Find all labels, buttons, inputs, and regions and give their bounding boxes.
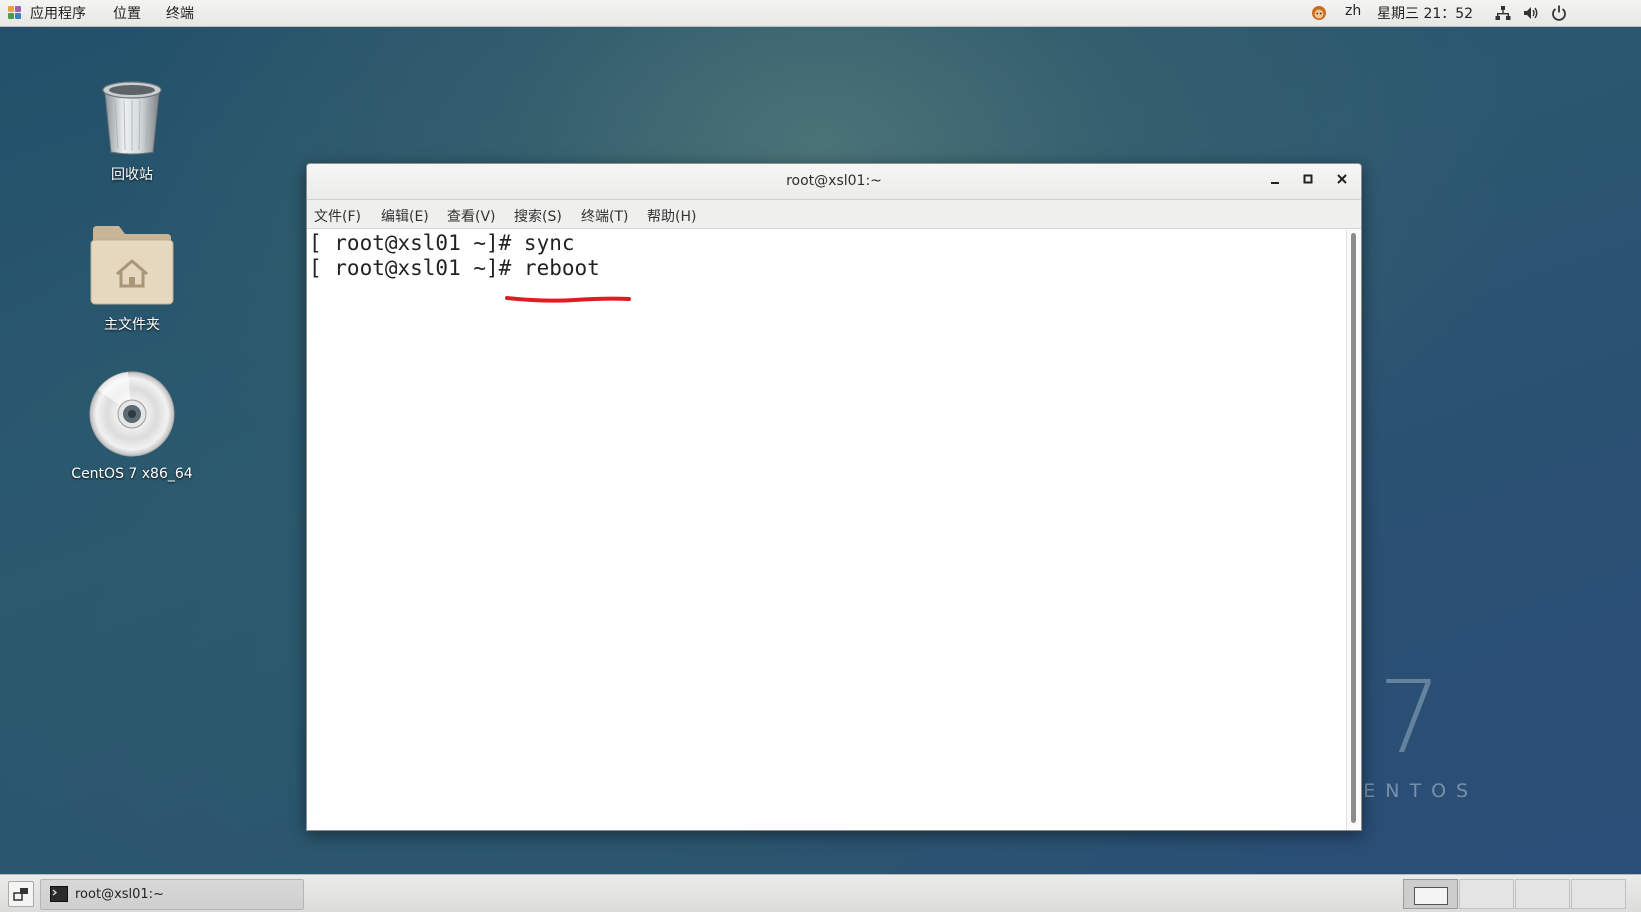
desktop-icon-home-folder[interactable]: 主文件夹 [57,224,207,334]
home-folder-icon [90,226,174,305]
terminal-menu[interactable]: 终端 [166,3,194,23]
network-icon[interactable] [1495,5,1511,21]
language-indicator[interactable]: zh [1345,3,1361,19]
desktop-icon-trash[interactable]: 回收站 [57,78,207,184]
workspace-4[interactable] [1571,879,1626,909]
window-titlebar[interactable]: root@xsl01:~ [307,164,1361,200]
desktop: 应用程序 位置 终端 zh 星期三 21：52 回收站 主文件夹 CentOS … [0,0,1641,912]
power-icon[interactable] [1551,5,1567,21]
volume-icon[interactable] [1523,5,1539,21]
show-desktop-icon [13,888,28,901]
terminal-window[interactable]: root@xsl01:~ 文件(F) 编辑(E) 查看(V) 搜索(S) 终端(… [306,163,1362,831]
disc-icon [89,371,175,457]
desktop-icon-label: 回收站 [111,167,153,183]
places-menu[interactable]: 位置 [113,3,141,23]
red-underline-annotation [505,296,631,303]
fox-indicator-icon[interactable] [1311,5,1327,21]
terminal-line: [ root@xsl01 ~]# reboot [309,256,600,280]
terminal-line: [ root@xsl01 ~]# sync [309,231,575,255]
menu-terminal[interactable]: 终端(T) [581,206,628,226]
menu-edit[interactable]: 编辑(E) [381,206,429,226]
workspace-1[interactable] [1403,879,1458,909]
bottom-panel: root@xsl01:~ [0,874,1641,912]
terminal-scrollbar[interactable] [1346,229,1361,830]
top-bar: 应用程序 位置 终端 zh 星期三 21：52 [0,0,1641,27]
trash-icon [102,81,162,155]
scrollbar-thumb[interactable] [1351,233,1356,823]
desktop-icon-label: CentOS 7 x86_64 [71,466,193,482]
terminal-app-icon [50,886,68,902]
menu-help[interactable]: 帮助(H) [647,206,696,226]
workspace-3[interactable] [1515,879,1570,909]
workspace-2[interactable] [1459,879,1514,909]
terminal-output[interactable]: [ root@xsl01 ~]# sync [ root@xsl01 ~]# r… [307,229,1347,830]
maximize-icon [1303,174,1313,184]
clock[interactable]: 星期三 21：52 [1377,3,1473,23]
desktop-icon-label: 主文件夹 [104,317,160,333]
maximize-button[interactable] [1298,172,1318,192]
window-title: root@xsl01:~ [786,173,882,189]
workspace-window-preview [1414,887,1448,905]
terminal-menubar: 文件(F) 编辑(E) 查看(V) 搜索(S) 终端(T) 帮助(H) [307,200,1361,229]
show-desktop-button[interactable] [8,881,34,907]
minimize-button[interactable] [1265,172,1285,192]
taskbar-item-terminal[interactable]: root@xsl01:~ [40,879,304,910]
applications-menu[interactable]: 应用程序 [8,3,86,23]
centos-watermark-number: 7 [1378,659,1442,776]
applications-menu-label: 应用程序 [30,6,86,22]
menu-view[interactable]: 查看(V) [447,206,496,226]
close-icon [1337,174,1347,184]
menu-file[interactable]: 文件(F) [314,206,361,226]
desktop-icon-disc[interactable]: CentOS 7 x86_64 [57,370,207,482]
taskbar-item-label: root@xsl01:~ [75,887,164,902]
minimize-icon [1271,182,1279,184]
close-button[interactable] [1332,172,1352,192]
menu-search[interactable]: 搜索(S) [514,206,562,226]
gnome-foot-icon [8,6,22,20]
